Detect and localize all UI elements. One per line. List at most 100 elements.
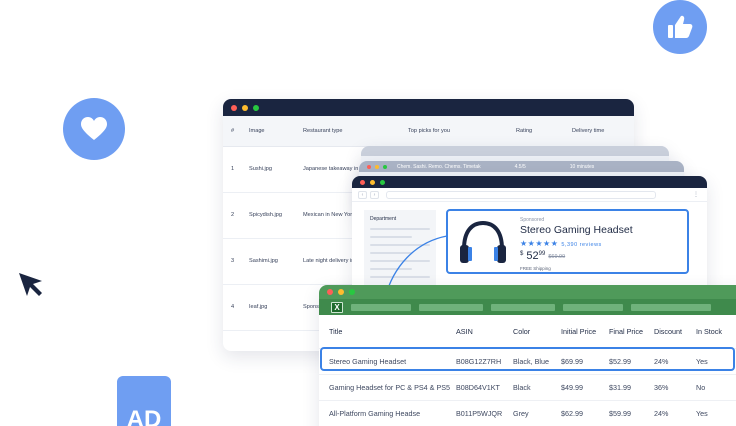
product-titlebar: [352, 176, 707, 188]
col-asin: ASIN: [456, 315, 513, 349]
restaurant-header-row: # Image Restaurant type Top picks for yo…: [223, 116, 634, 147]
forward-icon[interactable]: ›: [370, 190, 379, 199]
minimize-dot-icon[interactable]: [375, 164, 379, 169]
cell-initial-price[interactable]: $69.99: [561, 348, 609, 375]
heart-icon: [63, 98, 125, 160]
sidebar-placeholder-line: [370, 228, 430, 230]
col-in-stock: In Stock: [696, 315, 736, 349]
ribbon-placeholder: [419, 303, 483, 311]
col-final-price: Final Price: [609, 315, 654, 349]
table-row[interactable]: Stereo Gaming Headset B08G12Z7RH Black, …: [319, 348, 736, 375]
ad-badge: AD: [117, 376, 171, 426]
stacked-titlebar: Chem. Sashi. Remo. Chems. Timetak 4.5/5 …: [359, 161, 684, 172]
product-card[interactable]: Sponsored Stereo Gaming Headset ★★★★★ 5,3…: [446, 209, 689, 274]
review-count[interactable]: 5,390 reviews: [561, 242, 601, 248]
col-delivery-time: Delivery time: [564, 116, 634, 147]
old-price: $69.99: [548, 254, 566, 260]
headphones-icon: [460, 220, 506, 263]
cell-initial-price[interactable]: $62.99: [561, 400, 609, 426]
row-image: Sushi.jpg: [241, 146, 295, 193]
cell-discount[interactable]: 24%: [654, 400, 696, 426]
sheet-header-row: Title ASIN Color Initial Price Final Pri…: [319, 315, 736, 349]
cell-title[interactable]: Stereo Gaming Headset: [319, 348, 456, 375]
row-number: 3: [223, 238, 241, 285]
sponsored-label: Sponsored: [520, 217, 545, 223]
excel-logo-icon: X: [331, 301, 343, 313]
price-symbol: $: [520, 251, 524, 257]
minimize-dot-icon[interactable]: [370, 179, 375, 185]
cell-color[interactable]: Grey: [513, 400, 561, 426]
close-dot-icon[interactable]: [231, 104, 237, 111]
stars-icon: ★★★★★: [520, 239, 559, 248]
table-row[interactable]: Gaming Headset for PC & PS4 & PS5 B08D64…: [319, 374, 736, 401]
cell-asin[interactable]: B08G12Z7RH: [456, 348, 513, 375]
row-image: Ieaf.jpg: [241, 284, 295, 331]
ribbon-placeholder: [563, 303, 623, 311]
col-number: #: [223, 116, 241, 147]
row-image: Spicydish.jpg: [241, 192, 295, 239]
browser-toolbar: ‹ › ⋮: [352, 188, 707, 202]
col-image: Image: [241, 116, 295, 147]
ribbon-placeholder: [491, 303, 555, 311]
cell-color[interactable]: Black, Blue: [513, 348, 561, 375]
maximize-dot-icon[interactable]: [253, 104, 259, 111]
col-title: Title: [319, 315, 456, 349]
price: $ 5299 $69.99: [520, 250, 565, 262]
stacked-titlebar: [361, 146, 669, 156]
cursor-icon: [19, 273, 42, 296]
row-image: Sashimi.jpg: [241, 238, 295, 285]
col-rating: Rating: [508, 116, 564, 147]
cell-final-price[interactable]: $52.99: [609, 348, 654, 375]
cell-initial-price[interactable]: $49.99: [561, 374, 609, 401]
close-dot-icon[interactable]: [367, 164, 371, 169]
col-top-picks: Top picks for you: [400, 116, 508, 147]
minimize-dot-icon[interactable]: [242, 104, 248, 111]
minimize-dot-icon[interactable]: [338, 289, 344, 295]
restaurant-titlebar: [223, 99, 634, 116]
cell-in-stock[interactable]: Yes: [696, 400, 736, 426]
row-number: 1: [223, 146, 241, 193]
table-row[interactable]: All-Platform Gaming Headse B011P5WJQR Gr…: [319, 400, 736, 426]
cell-in-stock[interactable]: No: [696, 374, 736, 401]
col-restaurant-type: Restaurant type: [295, 116, 400, 147]
star-rating: ★★★★★ 5,390 reviews: [520, 239, 602, 248]
spreadsheet-titlebar: [319, 285, 736, 299]
cell-discount[interactable]: 36%: [654, 374, 696, 401]
close-dot-icon[interactable]: [360, 179, 365, 185]
spreadsheet-ribbon: X: [319, 299, 736, 315]
maximize-dot-icon[interactable]: [349, 289, 355, 295]
price-cents: 99: [538, 251, 546, 257]
close-dot-icon[interactable]: [327, 289, 333, 295]
thumbs-up-icon: [653, 0, 707, 54]
product-sheet-table: Title ASIN Color Initial Price Final Pri…: [319, 315, 736, 426]
shipping-label: FREE Shipping: [520, 266, 551, 271]
stacked-delivery: 10 minutes: [569, 163, 595, 170]
cell-in-stock[interactable]: Yes: [696, 348, 736, 375]
maximize-dot-icon[interactable]: [383, 164, 387, 169]
product-title[interactable]: Stereo Gaming Headset: [520, 224, 633, 236]
cell-title[interactable]: Gaming Headset for PC & PS4 & PS5: [319, 374, 456, 401]
row-number: 2: [223, 192, 241, 239]
cell-final-price[interactable]: $31.99: [609, 374, 654, 401]
col-discount: Discount: [654, 315, 696, 349]
stacked-window-title: Chem. Sashi. Remo. Chems. Timetak: [397, 163, 481, 170]
address-bar[interactable]: [386, 190, 656, 199]
row-number: 4: [223, 284, 241, 331]
col-color: Color: [513, 315, 561, 349]
cell-asin[interactable]: B011P5WJQR: [456, 400, 513, 426]
cell-asin[interactable]: B08D64V1KT: [456, 374, 513, 401]
cell-color[interactable]: Black: [513, 374, 561, 401]
back-icon[interactable]: ‹: [358, 190, 367, 199]
ad-label: AD: [126, 406, 162, 426]
ribbon-placeholder: [631, 303, 711, 311]
stacked-rating: 4.5/5: [514, 163, 526, 170]
spreadsheet-window: X Title ASIN Color Initial Price Final P…: [319, 285, 736, 426]
price-whole: 52: [526, 250, 539, 262]
maximize-dot-icon[interactable]: [380, 179, 385, 185]
department-label: Department: [370, 216, 397, 222]
cell-final-price[interactable]: $59.99: [609, 400, 654, 426]
cell-title[interactable]: All-Platform Gaming Headse: [319, 400, 456, 426]
cell-discount[interactable]: 24%: [654, 348, 696, 375]
more-menu-icon[interactable]: ⋮: [693, 191, 699, 198]
col-initial-price: Initial Price: [561, 315, 609, 349]
